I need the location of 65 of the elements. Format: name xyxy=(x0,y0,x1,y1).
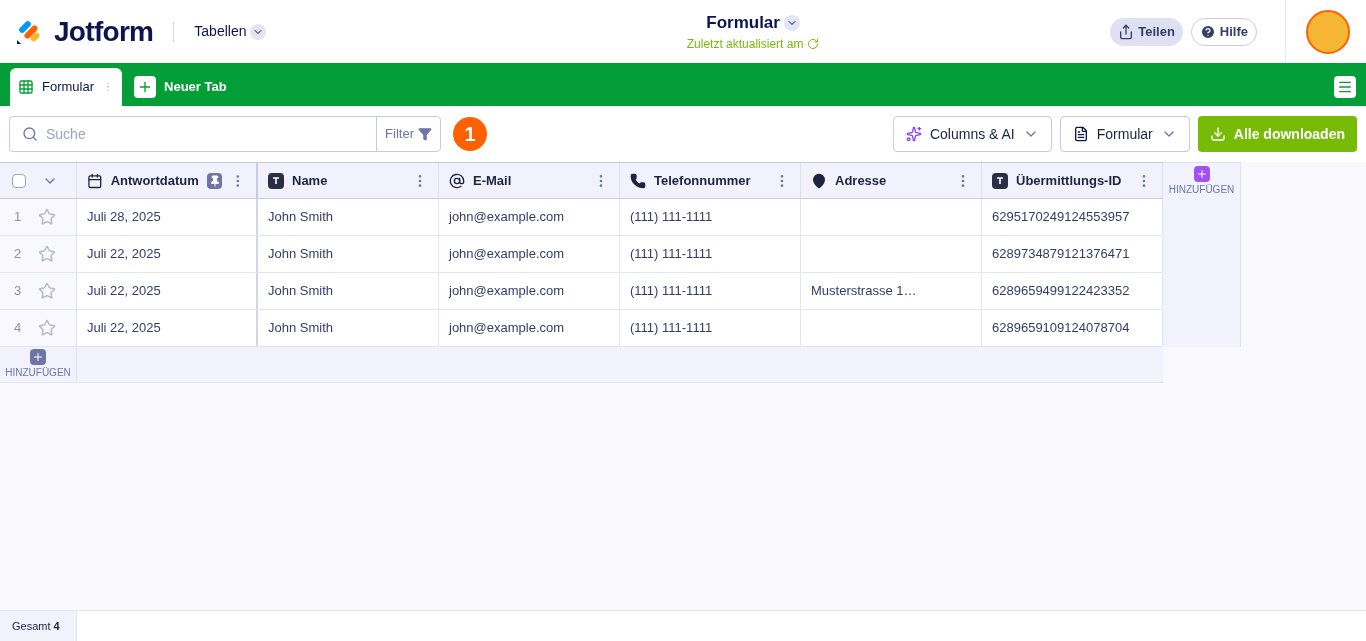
share-button[interactable]: Teilen xyxy=(1110,17,1183,46)
share-icon xyxy=(1118,23,1135,40)
column-header[interactable]: Telefonnummer xyxy=(620,163,801,198)
tab[interactable]: Formular xyxy=(10,68,122,106)
column-header[interactable]: Adresse xyxy=(801,163,982,198)
table-cell: John Smith xyxy=(258,236,439,272)
chevron-down-icon xyxy=(250,23,267,40)
menu-icon xyxy=(1337,79,1353,95)
table-cell: John Smith xyxy=(258,273,439,309)
refresh-icon xyxy=(807,38,820,51)
table-cell: (111) 111-1111 xyxy=(620,310,801,346)
star-icon[interactable] xyxy=(38,245,56,263)
step-badge: 1 xyxy=(453,117,487,151)
logo-text: Jotform xyxy=(54,14,154,49)
table-cell: john@example.com xyxy=(439,273,620,309)
chevron-down-icon xyxy=(783,14,800,31)
phone-icon xyxy=(630,172,646,189)
add-row-button[interactable]: HINZUFÜGEN xyxy=(0,347,77,382)
table-icon xyxy=(18,79,34,95)
add-column-button[interactable]: HINZUFÜGEN xyxy=(1163,162,1241,347)
column-header[interactable]: E-Mail xyxy=(439,163,620,198)
table-cell: John Smith xyxy=(258,310,439,346)
column-header[interactable]: Name xyxy=(258,163,439,198)
avatar[interactable] xyxy=(1306,9,1350,54)
row-number: 2 xyxy=(14,245,22,264)
map-pin-icon xyxy=(811,172,827,189)
sparkles-icon xyxy=(905,126,922,142)
pin-icon[interactable] xyxy=(206,172,223,189)
plus-icon xyxy=(30,349,46,365)
download-icon xyxy=(1209,126,1226,142)
menu-button[interactable] xyxy=(1334,76,1356,98)
text-type-icon xyxy=(992,172,1008,189)
total-count: Gesamt 4 xyxy=(12,618,60,634)
tab[interactable]: Neuer Tab xyxy=(130,68,231,106)
search-icon xyxy=(22,126,38,142)
form-select-button[interactable]: Formular xyxy=(1059,116,1190,152)
plus-icon xyxy=(134,76,156,98)
table-cell: john@example.com xyxy=(439,310,620,346)
table-cell: john@example.com xyxy=(439,199,620,235)
table-cell: (111) 111-1111 xyxy=(620,236,801,272)
form-title-dropdown[interactable]: Formular xyxy=(706,9,800,36)
filter-icon xyxy=(418,127,432,141)
table-cell: (111) 111-1111 xyxy=(620,199,801,235)
table-cell: (111) 111-1111 xyxy=(620,273,801,309)
text-type-icon xyxy=(268,172,284,189)
columns-ai-button[interactable]: Columns & AI xyxy=(892,116,1052,152)
select-all-checkbox[interactable] xyxy=(12,173,26,188)
section-dropdown[interactable]: Tabellen xyxy=(194,21,267,42)
document-icon xyxy=(1072,126,1089,142)
at-sign-icon xyxy=(449,172,465,189)
star-icon[interactable] xyxy=(38,319,56,337)
filter-button[interactable]: Filter xyxy=(376,117,440,151)
table-cell: Musterstrasse 1… xyxy=(801,273,982,309)
search-field[interactable]: Suche Filter xyxy=(9,116,441,152)
plus-icon xyxy=(1193,166,1210,182)
table-cell: john@example.com xyxy=(439,236,620,272)
row-number: 1 xyxy=(14,208,22,227)
row-number: 4 xyxy=(14,319,22,338)
table-cell: John Smith xyxy=(258,199,439,235)
row-number: 3 xyxy=(14,282,22,301)
star-icon[interactable] xyxy=(38,282,56,300)
star-icon[interactable] xyxy=(38,208,56,226)
calendar-icon xyxy=(87,172,103,189)
help-icon xyxy=(1199,23,1216,40)
last-updated-text: Zuletzt aktualisiert am xyxy=(686,36,804,54)
